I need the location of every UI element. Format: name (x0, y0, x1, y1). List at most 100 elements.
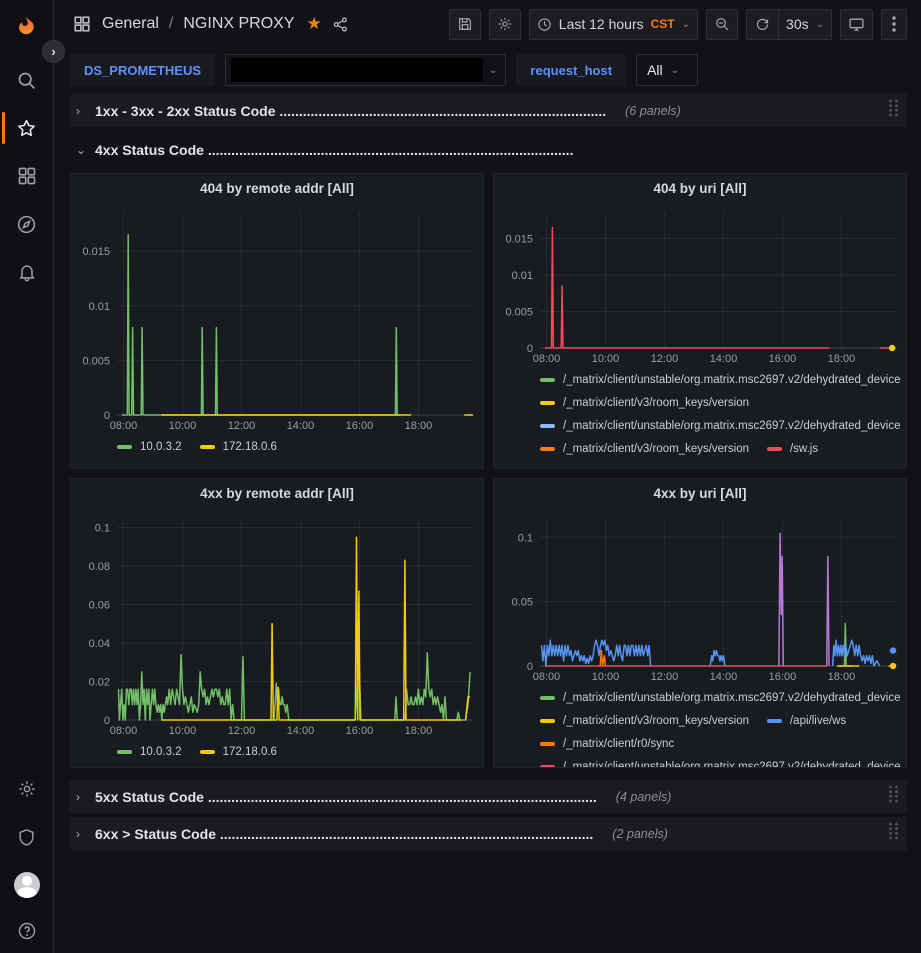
legend-item[interactable]: /sw.js (767, 437, 818, 460)
svg-text:10:00: 10:00 (592, 353, 620, 365)
row-header-6xx[interactable]: › 6xx > Status Code ....................… (70, 817, 907, 850)
apps-grid-icon[interactable] (70, 12, 94, 36)
variable-label-request-host[interactable]: request_host (516, 54, 626, 86)
sidebar-item-help-icon[interactable] (0, 909, 54, 953)
svg-text:0.1: 0.1 (95, 523, 110, 535)
time-range-picker[interactable]: Last 12 hours CST ⌄ (529, 9, 698, 40)
sidebar-item-dashboards[interactable] (0, 152, 54, 200)
legend-item[interactable]: /_matrix/client/unstable/org.matrix.msc2… (540, 755, 901, 767)
row-title: 6xx > Status Code (95, 826, 216, 842)
sidebar-item-configuration-gear-icon[interactable] (0, 765, 54, 813)
breadcrumb-dashboard-title[interactable]: NGINX PROXY (183, 15, 294, 33)
legend-swatch (540, 401, 555, 405)
timeseries-chart[interactable]: 08:0010:0012:0014:0016:0018:0000.050.1 (494, 508, 906, 684)
legend-label: /_matrix/client/unstable/org.matrix.msc2… (563, 692, 901, 704)
row-title: 4xx Status Code (95, 142, 204, 158)
legend-item[interactable]: /_matrix/client/v3/room_keys/version (540, 391, 749, 414)
sidebar-item-explore-compass-icon[interactable] (0, 200, 54, 248)
svg-text:0.01: 0.01 (512, 270, 533, 282)
legend-item[interactable]: /_matrix/client/v3/room_keys/version (540, 709, 749, 732)
row-drag-handle[interactable] (888, 822, 899, 845)
legend-label: /api/live/ws (790, 715, 846, 727)
variable-ds-prometheus-select[interactable]: ⌄ (225, 54, 506, 86)
row-title-dots: ........................................… (208, 142, 574, 158)
panel-grid: 404 by remote addr [All] 08:0010:0012:00… (70, 173, 907, 768)
legend-item[interactable]: /_matrix/client/unstable/org.matrix.msc2… (540, 686, 901, 709)
favorite-star-icon[interactable]: ★ (307, 14, 322, 34)
svg-text:0: 0 (104, 715, 110, 727)
refresh-button[interactable] (746, 9, 778, 40)
panel-title[interactable]: 4xx by remote addr [All] (71, 479, 483, 508)
svg-text:18:00: 18:00 (405, 725, 433, 737)
panel-title[interactable]: 4xx by uri [All] (494, 479, 906, 508)
timeseries-chart[interactable]: 08:0010:0012:0014:0016:0018:0000.020.040… (71, 508, 483, 738)
panel-legend: /_matrix/client/unstable/org.matrix.msc2… (494, 366, 906, 460)
legend-label: /_matrix/client/v3/room_keys/version (563, 715, 749, 727)
svg-text:18:00: 18:00 (828, 353, 856, 365)
chevron-right-icon: › (76, 104, 86, 118)
timeseries-chart[interactable]: 08:0010:0012:0014:0016:0018:0000.0050.01… (494, 203, 906, 366)
legend-item[interactable]: 10.0.3.2 (117, 740, 182, 763)
row-header-4xx[interactable]: ⌄ 4xx Status Code ......................… (70, 133, 907, 166)
chevron-down-icon: ⌄ (816, 19, 824, 30)
svg-text:08:00: 08:00 (533, 671, 561, 683)
row-title: 1xx - 3xx - 2xx Status Code (95, 103, 276, 119)
dashboard-settings-button[interactable] (489, 9, 521, 40)
variable-request-host-select[interactable]: All ⌄ (636, 54, 698, 86)
row-drag-handle[interactable] (888, 785, 899, 808)
share-icon[interactable] (332, 16, 349, 33)
panel-title[interactable]: 404 by uri [All] (494, 174, 906, 203)
variable-label-ds-prometheus[interactable]: DS_PROMETHEUS (70, 54, 215, 86)
variable-request-host-value: All (647, 62, 663, 78)
chevron-down-icon: ⌄ (76, 143, 86, 157)
panel-4xx-by-uri: 4xx by uri [All] 08:0010:0012:0014:0016:… (493, 478, 907, 768)
row-header-5xx[interactable]: › 5xx Status Code ......................… (70, 780, 907, 813)
legend-swatch (540, 696, 555, 700)
legend-label: /sw.js (790, 443, 818, 455)
row-drag-handle[interactable] (888, 99, 899, 122)
sidebar-item-starred[interactable] (0, 104, 54, 152)
panel-404-by-remote-addr: 404 by remote addr [All] 08:0010:0012:00… (70, 173, 484, 469)
chevron-down-icon: ⌄ (682, 19, 690, 30)
legend-swatch (540, 765, 555, 768)
sidebar-item-server-admin-shield-icon[interactable] (0, 813, 54, 861)
legend-item[interactable]: /api/live/ws (767, 709, 846, 732)
save-dashboard-button[interactable] (449, 9, 481, 40)
legend-swatch (767, 719, 782, 723)
legend-swatch (540, 719, 555, 723)
legend-item[interactable]: 172.18.0.6 (200, 740, 277, 763)
svg-text:12:00: 12:00 (651, 353, 679, 365)
timeseries-chart[interactable]: 08:0010:0012:0014:0016:0018:0000.0050.01… (71, 203, 483, 433)
panel-title[interactable]: 404 by remote addr [All] (71, 174, 483, 203)
refresh-interval-dropdown[interactable]: 30s ⌄ (778, 9, 832, 40)
svg-text:0: 0 (104, 410, 110, 422)
svg-text:0.1: 0.1 (518, 532, 533, 544)
panel-legend: 10.0.3.2 172.18.0.6 (71, 738, 483, 763)
legend-item[interactable]: /_matrix/client/r0/sync (540, 732, 674, 755)
row-header-1xx-3xx-2xx[interactable]: › 1xx - 3xx - 2xx Status Code ..........… (70, 94, 907, 127)
legend-swatch (540, 742, 555, 746)
tv-mode-button[interactable] (840, 9, 873, 40)
main-area: General / NGINX PROXY ★ (54, 0, 921, 953)
legend-item[interactable]: 10.0.3.2 (117, 435, 182, 458)
sidebar-expand-button[interactable]: › (42, 40, 65, 63)
row-title-dots: ........................................… (208, 789, 597, 805)
svg-text:18:00: 18:00 (405, 420, 433, 432)
legend-label: /_matrix/client/r0/sync (563, 738, 674, 750)
svg-text:0.015: 0.015 (505, 234, 533, 246)
legend-item[interactable]: 172.18.0.6 (200, 435, 277, 458)
sidebar-item-profile[interactable] (0, 861, 54, 909)
kebab-menu-button[interactable] (881, 9, 907, 40)
legend-label: 172.18.0.6 (223, 441, 277, 453)
sidebar-item-alerting-bell-icon[interactable] (0, 248, 54, 296)
zoom-out-time-button[interactable] (706, 9, 738, 40)
svg-text:10:00: 10:00 (169, 725, 197, 737)
svg-text:0.08: 0.08 (89, 561, 110, 573)
search-icon[interactable] (0, 56, 54, 104)
breadcrumb-folder[interactable]: General (102, 15, 159, 33)
legend-item[interactable]: /_matrix/client/unstable/org.matrix.msc2… (540, 368, 901, 391)
row-title: 5xx Status Code (95, 789, 204, 805)
svg-text:16:00: 16:00 (769, 671, 797, 683)
legend-item[interactable]: /_matrix/client/v3/room_keys/version (540, 437, 749, 460)
legend-item[interactable]: /_matrix/client/unstable/org.matrix.msc2… (540, 414, 901, 437)
